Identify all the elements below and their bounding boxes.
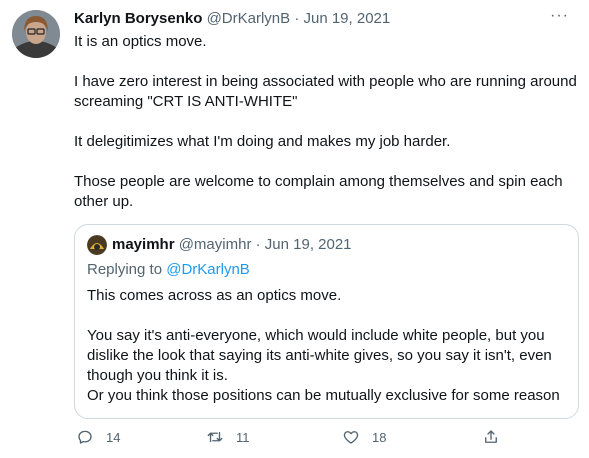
share-button[interactable] (482, 428, 512, 446)
replying-to-line: Replying to @DrKarlynB (87, 260, 250, 280)
quoted-tweet-date: Jun 19, 2021 (264, 236, 352, 253)
quoted-paragraph: You say it's anti-everyone, which would … (87, 327, 552, 384)
reply-button[interactable]: 14 (76, 428, 120, 446)
tweet-header: Karlyn Borysenko @DrKarlynB · Jun 19, 20… (74, 9, 390, 29)
tweet-paragraph: It is an optics move. (74, 33, 207, 50)
quoted-tweet[interactable]: mayimhr @mayimhr · Jun 19, 2021 Replying… (74, 224, 579, 419)
quoted-author-name: mayimhr (112, 236, 175, 253)
quoted-tweet-header: mayimhr @mayimhr · Jun 19, 2021 (87, 235, 352, 255)
quoted-paragraph: This comes across as an optics move. (87, 287, 342, 304)
quoted-tweet-text: This comes across as an optics move. You… (87, 286, 567, 406)
tweet-card: Karlyn Borysenko @DrKarlynB · Jun 19, 20… (0, 0, 589, 458)
action-bar: 14 11 18 (70, 428, 500, 450)
quoted-author-avatar (87, 235, 107, 255)
like-count: 18 (372, 429, 387, 445)
retweet-button[interactable]: 11 (206, 428, 250, 446)
retweet-count: 11 (236, 429, 250, 445)
reply-count: 14 (106, 429, 121, 445)
heart-icon (343, 431, 359, 444)
tweet-text: It is an optics move. I have zero intere… (74, 32, 579, 212)
tweet-paragraph: I have zero interest in being associated… (74, 73, 577, 110)
quoted-author-handle: @mayimhr (178, 236, 252, 253)
replying-prefix: Replying to (87, 261, 163, 278)
author-handle[interactable]: @DrKarlynB (207, 10, 291, 27)
meta-separator: · (255, 236, 261, 253)
author-avatar[interactable] (12, 10, 60, 58)
author-name[interactable]: Karlyn Borysenko (74, 10, 202, 27)
reply-icon (78, 430, 92, 444)
tweet-paragraph: It delegitimizes what I'm doing and make… (74, 133, 451, 150)
replying-mention[interactable]: @DrKarlynB (166, 261, 250, 278)
share-icon (485, 430, 497, 443)
more-options-icon[interactable]: ··· (550, 8, 569, 24)
tweet-date[interactable]: Jun 19, 2021 (303, 10, 390, 27)
meta-separator: · (294, 10, 300, 27)
quoted-paragraph: Or you think those positions can be mutu… (87, 387, 560, 404)
retweet-icon (207, 431, 223, 443)
like-button[interactable]: 18 (342, 428, 386, 446)
tweet-paragraph: Those people are welcome to complain amo… (74, 173, 563, 210)
